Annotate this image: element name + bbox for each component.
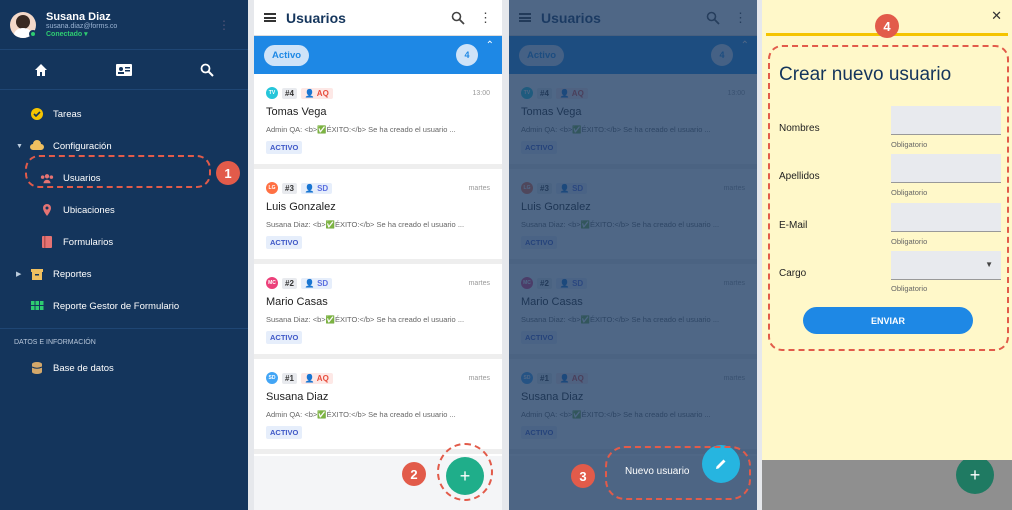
user-tag: 👤 SD: [300, 277, 333, 289]
callout-badge-3: 3: [571, 464, 595, 488]
users-list-panel-overlay: Usuarios ⋮ Activo 4 ⌃ TV#4👤 AQ13:00Tomas…: [509, 0, 757, 510]
list-header: Usuarios ⋮: [254, 0, 502, 36]
list-item-meta: MC #2👤 SD martes: [266, 276, 490, 290]
status-badge: ACTIVO: [266, 426, 303, 439]
modal-overlay[interactable]: [509, 0, 757, 510]
search-icon[interactable]: [200, 63, 214, 77]
chevron-up-icon[interactable]: ⌃: [486, 40, 494, 51]
count-badge: 4: [456, 44, 478, 66]
sidebar-item-tareas[interactable]: Tareas: [0, 98, 248, 130]
cloud-icon: [30, 140, 44, 150]
filter-active-chip[interactable]: Activo: [264, 44, 310, 66]
users-list-panel: Usuarios ⋮ Activo 4 ⌃ TV #4 👤 AQ 13:00 Tomas…: [254, 0, 502, 510]
menu-icon[interactable]: [264, 13, 276, 22]
avatar: MC: [266, 277, 278, 289]
record-number: #2: [282, 277, 297, 289]
status-badge: ACTIVO: [266, 236, 303, 249]
check-circle-icon: [31, 108, 43, 120]
sidebar-item-label: Formularios: [63, 236, 114, 248]
list-item[interactable]: LG #3👤 SD martes Luis Gonzalez Susana Diaz: …: [254, 169, 502, 264]
user-tag-label: AQ: [316, 88, 329, 98]
user-name: Luis Gonzalez: [266, 201, 336, 213]
status-badge: ACTIVO: [266, 141, 303, 154]
section-title: DATOS E INFORMACIÓN: [0, 328, 248, 352]
caret-right-icon: ▶: [16, 271, 22, 278]
book-icon: [42, 236, 52, 248]
callout-badge-1: 1: [216, 161, 240, 185]
sidebar-item-base-de-datos[interactable]: Base de datos: [0, 352, 248, 384]
user-tag-label: SD: [317, 278, 329, 288]
search-icon[interactable]: [451, 11, 465, 25]
list-item[interactable]: TV #4👤 AQ 13:00 Tomas Vega Admin QA: <b>✅ÉXI…: [254, 74, 502, 169]
last-message: Susana Diaz: <b>✅ÉXITO:</b> Se ha creado…: [266, 315, 465, 324]
sidebar: Susana Diaz susana.diaz@forms.co Conecta…: [0, 0, 248, 510]
list-item-meta: LG #3👤 SD martes: [266, 181, 490, 195]
callout-highlight-4: [768, 45, 1009, 351]
record-number: #3: [282, 182, 297, 194]
callout-badge-2: 2: [402, 462, 426, 486]
contact-card-icon[interactable]: [116, 63, 132, 77]
database-icon: [31, 362, 43, 374]
user-name: Susana Diaz: [266, 391, 329, 403]
list-item-meta: TV #4👤 AQ 13:00: [266, 86, 490, 100]
location-pin-icon: [43, 204, 51, 216]
sidebar-icon-bar: [0, 50, 248, 90]
grid-icon: [31, 301, 44, 310]
avatar: TV: [266, 87, 278, 99]
list-item[interactable]: SD #1👤 AQ martes Susana Diaz Admin QA: <b>✅É…: [254, 359, 502, 454]
record-list: TV#4👤 AQ13:00Tomas VegaAdmin QA: <b>✅ÉXI…: [254, 74, 502, 454]
user-status-label: Conectado: [46, 31, 83, 38]
user-tag: 👤 SD: [300, 182, 333, 194]
user-tag-label: AQ: [316, 373, 329, 383]
timestamp: 13:00: [472, 89, 490, 97]
last-message: Admin QA: <b>✅ÉXITO:</b> Se ha creado el…: [266, 125, 456, 134]
avatar: LG: [266, 182, 278, 194]
sidebar-item-label: Tareas: [53, 108, 82, 120]
callout-highlight-1: [25, 155, 211, 188]
sidebar-item-label: Reportes: [53, 268, 92, 280]
avatar: SD: [266, 372, 278, 384]
record-number: #1: [282, 372, 297, 384]
user-tag-label: SD: [317, 183, 329, 193]
user-tag: 👤 AQ: [300, 372, 333, 384]
timestamp: martes: [468, 184, 490, 192]
sidebar-item-reporte-gestor[interactable]: Reporte Gestor de Formulario: [0, 290, 248, 322]
list-item-meta: SD #1👤 AQ martes: [266, 371, 490, 385]
sidebar-item-ubicaciones[interactable]: Ubicaciones: [0, 194, 248, 226]
sidebar-item-label: Ubicaciones: [63, 204, 115, 216]
add-button-dimmed: +: [956, 456, 994, 494]
record-number: #4: [282, 87, 297, 99]
sidebar-item-label: Reporte Gestor de Formulario: [53, 300, 180, 312]
user-tag: 👤 AQ: [300, 87, 333, 99]
last-message: Admin QA: <b>✅ÉXITO:</b> Se ha creado el…: [266, 410, 456, 419]
user-name: Susana Diaz: [46, 11, 111, 23]
archive-icon: [31, 269, 43, 280]
timestamp: martes: [468, 374, 490, 382]
close-icon[interactable]: ✕: [991, 8, 1002, 24]
page-title: Usuarios: [286, 9, 346, 26]
status-badge: ACTIVO: [266, 331, 303, 344]
callout-badge-4: 4: [875, 14, 899, 38]
user-name: Tomas Vega: [266, 106, 327, 118]
caret-down-icon: ▼: [16, 142, 23, 150]
more-options-icon[interactable]: ⋮: [218, 18, 230, 32]
last-message: Susana Diaz: <b>✅ÉXITO:</b> Se ha creado…: [266, 220, 465, 229]
home-icon[interactable]: [34, 63, 48, 77]
more-options-icon[interactable]: ⋮: [479, 10, 492, 26]
sidebar-item-label: Configuración: [53, 140, 112, 152]
online-status-dot: [29, 30, 37, 38]
sidebar-item-label: Base de datos: [53, 362, 114, 374]
callout-highlight-3: [605, 446, 751, 500]
filter-bar: Activo 4 ⌃: [254, 36, 502, 74]
user-header[interactable]: Susana Diaz susana.diaz@forms.co Conecta…: [0, 0, 248, 50]
user-status[interactable]: Conectado ▾: [46, 30, 117, 38]
sidebar-item-formularios[interactable]: Formularios: [0, 226, 248, 258]
callout-highlight-2: [437, 443, 493, 501]
sidebar-item-reportes[interactable]: ▶ Reportes: [0, 258, 248, 290]
list-item[interactable]: MC #2👤 SD martes Mario Casas Susana Diaz: <b…: [254, 264, 502, 359]
user-email: susana.diaz@forms.co: [46, 23, 118, 30]
user-name: Mario Casas: [266, 296, 328, 308]
timestamp: martes: [468, 279, 490, 287]
